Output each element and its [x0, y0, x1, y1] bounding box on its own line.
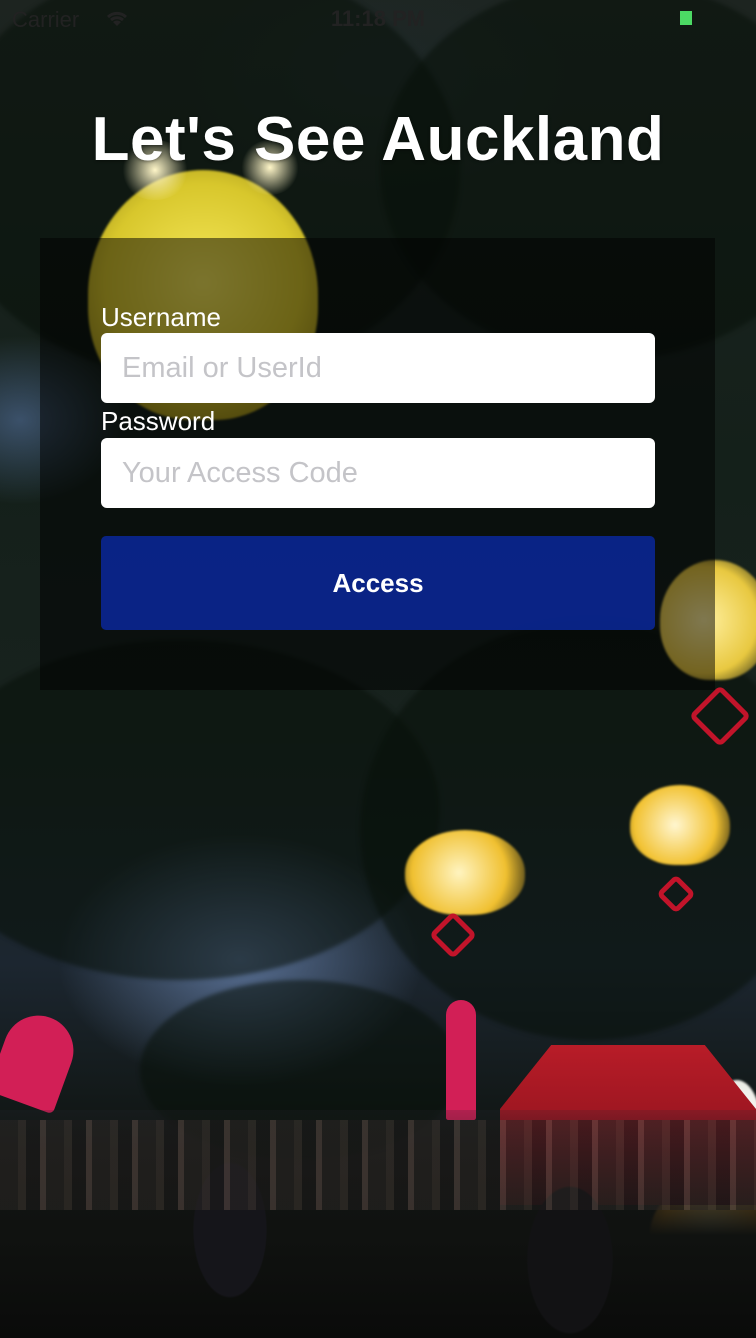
- festival-crowd: [0, 1110, 756, 1338]
- status-time: 11:18 PM: [330, 6, 426, 31]
- password-input[interactable]: [101, 438, 655, 508]
- lantern-rabbit-far: [630, 785, 730, 865]
- username-label: Username: [101, 302, 221, 332]
- festival-banner-middle: [446, 1000, 476, 1120]
- festival-banner-left: [0, 1005, 84, 1115]
- lantern-rabbit-middle: [405, 830, 525, 915]
- username-input[interactable]: [101, 333, 655, 403]
- status-bar: Carrier 11:18 PM: [0, 0, 756, 40]
- login-screen: Carrier 11:18 PM Let's See Auckland User…: [0, 0, 756, 1338]
- page-title: Let's See Auckland: [91, 105, 665, 174]
- battery-icon: [680, 11, 692, 25]
- password-label: Password: [101, 406, 216, 436]
- access-button[interactable]: Access: [101, 536, 655, 630]
- login-panel: Username Password Access: [40, 238, 715, 690]
